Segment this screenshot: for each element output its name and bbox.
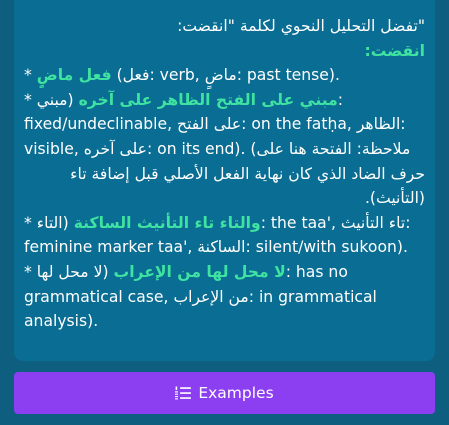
word-heading: انقضت: — [364, 41, 425, 60]
list-ordered-icon — [175, 386, 192, 400]
gloss-line: grammatical case, من الإعراب: in grammat… — [24, 287, 377, 306]
term-gloss: (فعل: verb, ماضٍ: past tense). — [111, 66, 340, 85]
bullet: * — [24, 213, 37, 232]
analysis-line-case: * لا محل لها من الإعراب (لا محل لها: has… — [24, 260, 425, 285]
gloss-line: analysis). — [24, 312, 99, 331]
term-highlight: والتاء تاء التأنيث الساكنة — [73, 213, 261, 232]
analysis-line-verb: * فعل ماضٍ (فعل: verb, ماضٍ: past tense)… — [24, 63, 425, 88]
term-highlight: لا محل لها من الإعراب — [113, 262, 286, 281]
analysis-line-build: * مبني على الفتح الظاهر على آخره (مبني: — [24, 88, 425, 113]
examples-button-label: Examples — [198, 384, 274, 402]
note-line: حرف الضاد الذي كان نهاية الفعل الأصلي قب… — [70, 164, 425, 183]
bullet: * — [24, 262, 37, 281]
bullet: * — [24, 90, 37, 109]
note-line: (التأنيث). — [364, 189, 425, 208]
gloss-line: feminine marker taa', الساكنة: silent/wi… — [24, 238, 408, 257]
term-highlight: فعل ماضٍ — [36, 66, 112, 85]
examples-button[interactable]: Examples — [14, 372, 435, 414]
analysis-card: "تفضل التحليل النحوي لكلمة "انقضت: انقضت… — [14, 0, 435, 361]
gloss-line: fixed/undeclinable, على الفتح: on the fa… — [24, 115, 406, 134]
gloss-line: visible, على آخره: on its end). (ملاحظة:… — [24, 139, 411, 158]
term-highlight: مبني على الفتح الظاهر على آخره — [78, 90, 338, 109]
analysis-line-taa: * والتاء تاء التأنيث الساكنة (التاء: the… — [24, 211, 425, 236]
bullet: * — [24, 66, 37, 85]
intro-text: "تفضل التحليل النحوي لكلمة "انقضت: — [177, 17, 425, 35]
